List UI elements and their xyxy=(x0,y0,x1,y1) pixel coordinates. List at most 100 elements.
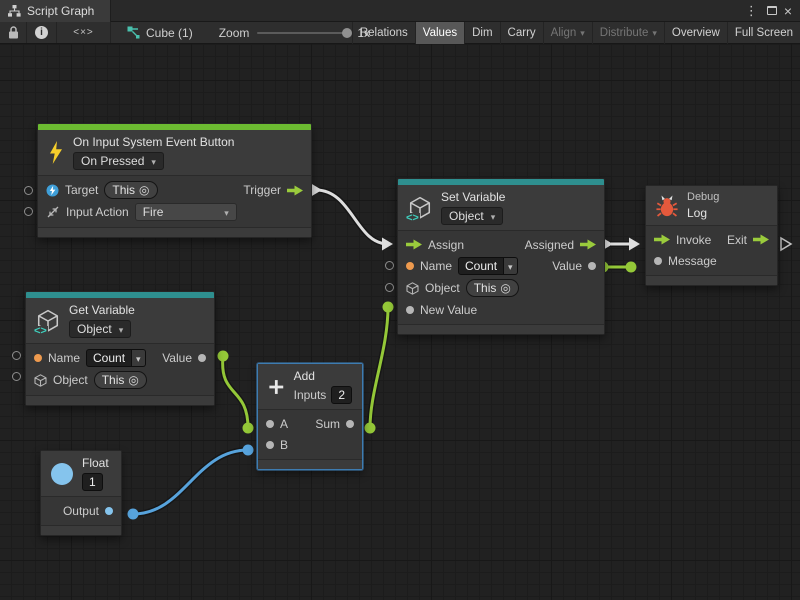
value-output-port[interactable] xyxy=(588,262,596,270)
event-type-dropdown[interactable]: On Pressed xyxy=(73,152,164,170)
row-object: Object This xyxy=(26,369,214,391)
align-dropdown-button[interactable]: Align xyxy=(543,22,592,44)
new-value-input-port[interactable] xyxy=(406,306,414,314)
node-title: Get Variable xyxy=(69,303,135,317)
float-type-icon xyxy=(51,463,73,485)
menu-kebab-icon[interactable]: ⋮ xyxy=(743,0,760,22)
wire-float-to-add-b[interactable] xyxy=(128,445,254,520)
exit-port-hint-arrow[interactable] xyxy=(781,238,791,250)
row-b: B xyxy=(258,434,362,455)
node-title: Log xyxy=(687,206,707,220)
zoom-slider[interactable] xyxy=(257,32,349,34)
b-input-port[interactable] xyxy=(266,441,274,449)
object-picker[interactable]: This xyxy=(466,279,519,297)
message-input-port[interactable] xyxy=(654,257,662,265)
window-controls: ⋮ × xyxy=(743,0,800,22)
invoke-input-port-icon[interactable] xyxy=(654,234,670,245)
dropdown-arrow-icon xyxy=(580,27,585,39)
wire-sum-to-newvalue[interactable] xyxy=(365,302,394,434)
zoom-control: Zoom 1x xyxy=(219,22,370,43)
a-input-port[interactable] xyxy=(266,420,274,428)
input-action-icon xyxy=(46,206,60,219)
port-target-unconnected[interactable] xyxy=(24,186,33,195)
message-label: Message xyxy=(668,254,717,268)
name-input-port[interactable] xyxy=(406,262,414,270)
node-get-variable[interactable]: <> Get Variable Object Name Count xyxy=(25,291,215,406)
variable-name-dropdown[interactable]: Count xyxy=(86,349,146,367)
lock-icon xyxy=(8,26,19,39)
port-getvar-object-unconnected[interactable] xyxy=(12,372,21,381)
wire-assigned-to-invoke[interactable] xyxy=(602,238,640,251)
graph-canvas[interactable]: On Input System Event Button On Pressed … xyxy=(0,44,800,600)
plus-icon xyxy=(268,374,285,400)
object-picker-icon xyxy=(500,280,510,296)
float-value-field[interactable]: 1 xyxy=(82,473,103,491)
node-title: Float xyxy=(82,456,109,470)
dropdown-arrow-icon xyxy=(652,27,657,39)
maximize-icon[interactable] xyxy=(767,6,777,15)
inputs-count-field[interactable]: 2 xyxy=(331,386,352,404)
node-set-variable[interactable]: <> Set Variable Object Assign Assigned xyxy=(397,178,605,335)
b-label: B xyxy=(280,438,288,452)
node-add[interactable]: Add Inputs 2 A Sum xyxy=(257,363,363,470)
port-setvar-name-unconnected[interactable] xyxy=(385,261,394,270)
variable-name-dropdown[interactable]: Count xyxy=(458,257,518,275)
dropdown-arrow-icon xyxy=(136,351,141,365)
port-setvar-object-unconnected[interactable] xyxy=(385,283,394,292)
node-on-input-system-event[interactable]: On Input System Event Button On Pressed … xyxy=(37,123,312,238)
dropdown-arrow-icon xyxy=(508,259,513,273)
input-action-dropdown[interactable]: Fire xyxy=(135,203,237,221)
variable-scope-dropdown[interactable]: Object xyxy=(441,207,503,225)
sum-output-port[interactable] xyxy=(346,420,354,428)
port-inputaction-unconnected[interactable] xyxy=(24,207,33,216)
full-screen-button[interactable]: Full Screen xyxy=(727,22,800,44)
dropdown-arrow-icon xyxy=(151,154,156,168)
values-button[interactable]: Values xyxy=(415,22,464,44)
assigned-label: Assigned xyxy=(525,238,574,252)
object-picker-icon xyxy=(128,372,138,388)
object-picker[interactable]: This xyxy=(94,371,147,389)
assign-input-port-icon[interactable] xyxy=(406,239,422,250)
toolbar-toggle-group: Relations Values Dim Carry Align Distrib… xyxy=(352,22,800,44)
wire-getvalue-to-add-a[interactable] xyxy=(218,351,254,434)
tab-script-graph[interactable]: Script Graph xyxy=(0,0,111,22)
node-category: Debug xyxy=(687,191,719,203)
distribute-dropdown-button[interactable]: Distribute xyxy=(592,22,664,44)
collapse-ports-button[interactable]: <×> xyxy=(57,22,111,43)
assigned-output-port-icon[interactable] xyxy=(580,239,596,250)
row-new-value: New Value xyxy=(398,299,604,320)
output-label: Output xyxy=(63,504,99,518)
target-object-picker[interactable]: This xyxy=(104,181,157,199)
overview-button[interactable]: Overview xyxy=(664,22,727,44)
node-footer xyxy=(38,227,311,237)
wire-trigger-to-assign[interactable] xyxy=(311,184,393,251)
close-icon[interactable]: × xyxy=(784,0,792,22)
trigger-output-port-icon[interactable] xyxy=(287,185,303,196)
output-port[interactable] xyxy=(105,507,113,515)
collapse-icon: <×> xyxy=(73,27,94,38)
variable-scope-dropdown[interactable]: Object xyxy=(69,320,131,338)
sum-label: Sum xyxy=(315,417,340,431)
node-title: Set Variable xyxy=(441,190,505,204)
row-input-action: Input Action Fire xyxy=(38,201,311,223)
row-message: Message xyxy=(646,250,777,271)
dropdown-arrow-icon xyxy=(224,205,229,219)
node-float-literal[interactable]: Float 1 Output xyxy=(40,450,122,536)
node-footer xyxy=(26,395,214,405)
dim-button[interactable]: Dim xyxy=(464,22,499,44)
tab-title: Script Graph xyxy=(27,4,94,18)
exit-output-port-icon[interactable] xyxy=(753,234,769,245)
value-output-port[interactable] xyxy=(198,354,206,362)
lock-button[interactable] xyxy=(0,22,27,43)
name-input-port[interactable] xyxy=(34,354,42,362)
info-button[interactable]: i xyxy=(27,22,57,43)
carry-button[interactable]: Carry xyxy=(500,22,543,44)
row-output: Output xyxy=(41,500,121,521)
object-label: Object xyxy=(425,281,460,295)
node-title: Add xyxy=(294,369,315,383)
graph-target-button[interactable]: Cube (1) xyxy=(117,22,203,43)
node-debug-log[interactable]: Debug Log Invoke Exit Message xyxy=(645,185,778,286)
input-action-label: Input Action xyxy=(66,205,129,219)
port-getvar-name-unconnected[interactable] xyxy=(12,351,21,360)
relations-button[interactable]: Relations xyxy=(352,22,415,44)
